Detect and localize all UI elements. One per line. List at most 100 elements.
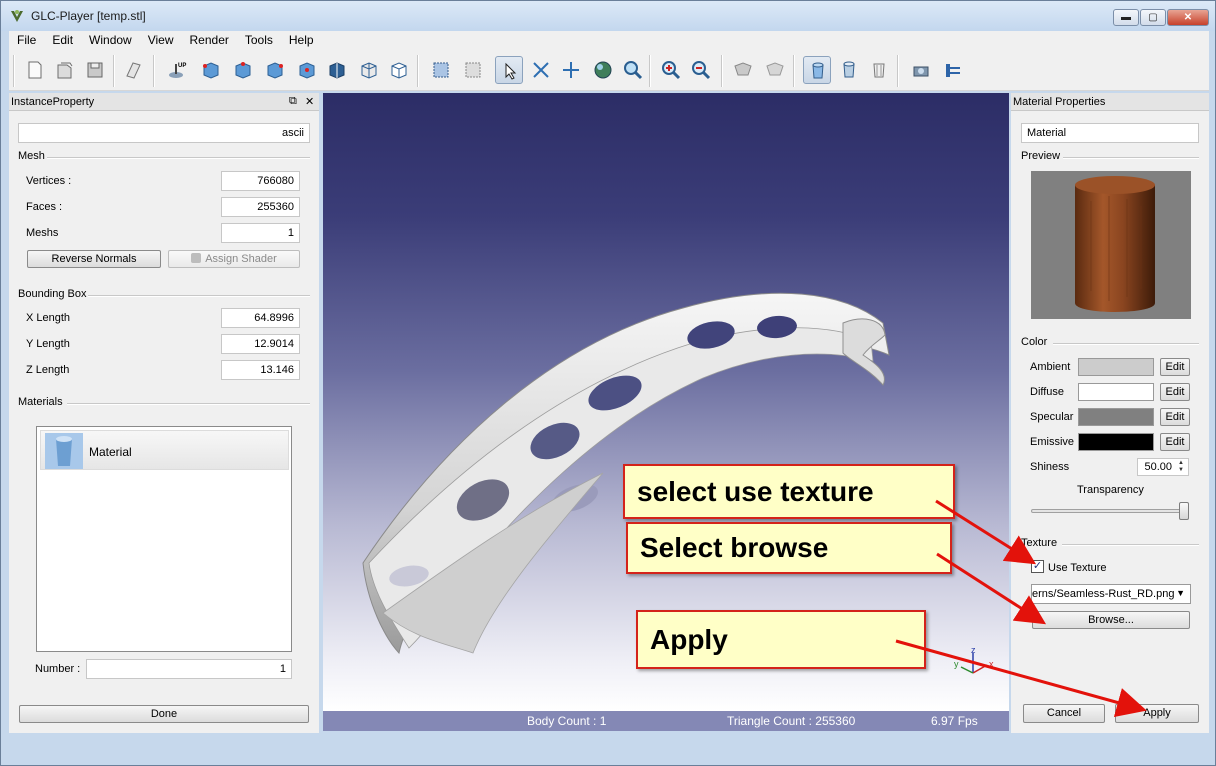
pan-icon[interactable] — [557, 56, 585, 84]
transparency-label: Transparency — [1077, 484, 1144, 496]
bounding-box-group-label: Bounding Box — [18, 288, 87, 300]
zoom-region-icon[interactable] — [619, 56, 647, 84]
view-back-icon[interactable] — [385, 56, 413, 84]
close-window-button[interactable]: ✕ — [1167, 9, 1209, 26]
y-length-label: Y Length — [26, 338, 70, 350]
instance-property-title: InstanceProperty — [11, 96, 95, 108]
zoom-all-icon[interactable] — [427, 56, 455, 84]
app-window: GLC-Player [temp.stl] ▬ ▢ ✕ File Edit Wi… — [0, 0, 1216, 766]
bounding-box-divider — [88, 295, 310, 297]
diffuse-color-swatch[interactable] — [1078, 383, 1154, 401]
menu-view[interactable]: View — [140, 33, 182, 47]
texture-path-combo[interactable]: erns/Seamless-Rust_RD.png ▼ — [1031, 584, 1191, 604]
new-file-icon[interactable] — [21, 56, 49, 84]
y-length-field[interactable]: 12.9014 — [221, 334, 300, 354]
meshs-label: Meshs — [26, 227, 59, 239]
preview-label: Preview — [1021, 150, 1061, 162]
browse-button[interactable]: Browse... — [1032, 611, 1190, 629]
texture-path-value: erns/Seamless-Rust_RD.png — [1032, 588, 1175, 600]
chevron-down-icon[interactable]: ▼ — [1176, 588, 1185, 598]
use-texture-checkbox[interactable]: ✓ — [1031, 560, 1044, 573]
meshs-field[interactable]: 1 — [221, 223, 300, 243]
maximize-button[interactable]: ▢ — [1140, 9, 1166, 26]
render-solid-icon[interactable] — [803, 56, 831, 84]
shininess-value: 50.00 — [1144, 461, 1172, 473]
axis-x-label: x — [989, 659, 994, 669]
view-left-icon[interactable] — [261, 56, 289, 84]
view-bottom-icon[interactable] — [355, 56, 383, 84]
vertices-field[interactable]: 766080 — [221, 171, 300, 191]
render-outline-icon[interactable] — [835, 56, 863, 84]
done-button[interactable]: Done — [19, 705, 309, 723]
transparency-track[interactable] — [1031, 509, 1189, 513]
callout-browse: Select browse — [626, 522, 952, 574]
specular-label: Specular — [1030, 411, 1074, 423]
show-hide-icon[interactable] — [729, 56, 757, 84]
ambient-edit-button[interactable]: Edit — [1160, 358, 1190, 376]
set-up-vector-icon[interactable]: UP — [163, 56, 191, 84]
render-wire-icon[interactable] — [865, 56, 893, 84]
app-logo-icon — [11, 10, 23, 22]
number-field[interactable]: 1 — [86, 659, 292, 679]
camera-icon[interactable] — [907, 56, 935, 84]
minimize-button[interactable]: ▬ — [1113, 9, 1139, 26]
menu-tools[interactable]: Tools — [237, 33, 281, 47]
menu-edit[interactable]: Edit — [44, 33, 81, 47]
faces-label: Faces : — [26, 201, 63, 213]
diffuse-edit-button[interactable]: Edit — [1160, 383, 1190, 401]
emissive-color-swatch[interactable] — [1078, 433, 1154, 451]
spin-arrows-icon[interactable]: ▲ ▼ — [1175, 460, 1187, 474]
menu-file[interactable]: File — [9, 33, 44, 47]
triangle-count: Triangle Count : 255360 — [727, 714, 856, 728]
x-length-field[interactable]: 64.8996 — [221, 308, 300, 328]
section-plane-icon[interactable] — [939, 56, 967, 84]
faces-field[interactable]: 255360 — [221, 197, 300, 217]
album-icon[interactable] — [119, 56, 147, 84]
ambient-color-swatch[interactable] — [1078, 358, 1154, 376]
vertices-label: Vertices : — [26, 175, 72, 187]
orbit-icon[interactable] — [589, 56, 617, 84]
menu-help[interactable]: Help — [281, 33, 322, 47]
specular-color-swatch[interactable] — [1078, 408, 1154, 426]
save-file-icon[interactable] — [81, 56, 109, 84]
apply-button[interactable]: Apply — [1115, 704, 1199, 723]
title-bar: GLC-Player [temp.stl] ▬ ▢ ✕ — [1, 1, 1215, 31]
zoom-out-icon[interactable] — [687, 56, 715, 84]
materials-group-label: Materials — [18, 396, 63, 408]
select-arrow-icon[interactable] — [495, 56, 523, 84]
materials-list[interactable]: Material — [36, 426, 292, 652]
view-front-icon[interactable] — [229, 56, 257, 84]
menu-window[interactable]: Window — [81, 33, 140, 47]
swap-visible-icon[interactable] — [761, 56, 789, 84]
zoom-selection-icon[interactable] — [459, 56, 487, 84]
preview-divider — [1063, 157, 1199, 159]
callout-use-texture: select use texture — [623, 464, 955, 519]
instance-name-field[interactable]: ascii — [18, 123, 310, 143]
view-top-icon[interactable] — [323, 56, 351, 84]
menu-render[interactable]: Render — [182, 33, 237, 47]
material-preview-image — [1031, 171, 1191, 319]
float-panel-icon[interactable]: ⧉ — [289, 95, 297, 108]
shininess-spinbox[interactable]: 50.00 ▲ ▼ — [1137, 458, 1189, 476]
use-texture-label: Use Texture — [1048, 562, 1107, 574]
close-panel-icon[interactable]: ✕ — [305, 95, 314, 108]
viewport-status-bar: Body Count : 1 Triangle Count : 255360 6… — [323, 711, 1009, 731]
transparency-slider-handle[interactable] — [1179, 502, 1189, 520]
view-iso-icon[interactable] — [197, 56, 225, 84]
fit-icon[interactable] — [527, 56, 555, 84]
materials-divider — [67, 403, 310, 405]
reverse-normals-button[interactable]: Reverse Normals — [27, 250, 161, 268]
material-name-field[interactable]: Material — [1021, 123, 1199, 143]
material-item-label: Material — [89, 445, 132, 459]
fps-counter: 6.97 Fps — [931, 714, 978, 728]
texture-divider — [1062, 544, 1199, 546]
cancel-button[interactable]: Cancel — [1023, 704, 1105, 723]
zoom-in-icon[interactable] — [657, 56, 685, 84]
specular-edit-button[interactable]: Edit — [1160, 408, 1190, 426]
open-file-icon[interactable] — [51, 56, 79, 84]
list-item[interactable]: Material — [40, 430, 289, 470]
emissive-edit-button[interactable]: Edit — [1160, 433, 1190, 451]
view-right-icon[interactable] — [293, 56, 321, 84]
assign-shader-button[interactable]: Assign Shader — [168, 250, 300, 268]
z-length-field[interactable]: 13.146 — [221, 360, 300, 380]
